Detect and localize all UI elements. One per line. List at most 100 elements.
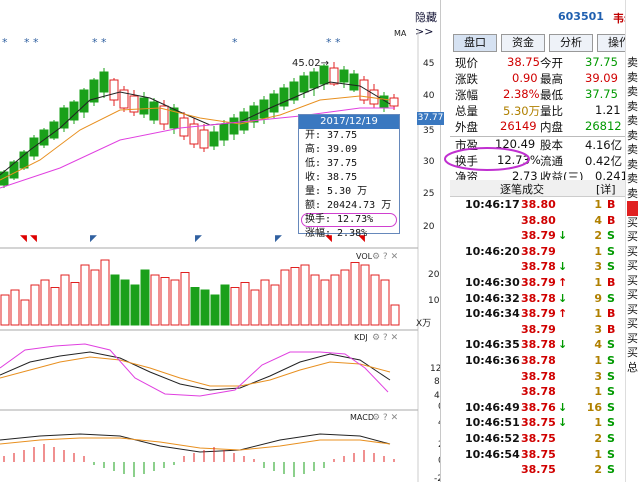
- price-axis-tick: 45: [423, 59, 434, 69]
- quote-label: 外盘: [455, 120, 478, 134]
- volume-bar: [120, 279, 130, 326]
- trade-volume: 2: [594, 463, 602, 477]
- trade-row: 38.79 ↓ 2 S: [455, 229, 620, 246]
- trade-volume: 2: [594, 432, 602, 445]
- volume-bar: [80, 264, 90, 326]
- volume-bar: [20, 299, 30, 326]
- trade-price: 38.79: [521, 307, 556, 321]
- trade-side: B: [607, 322, 616, 336]
- order-book-labels: 卖卖卖卖卖卖卖卖卖卖 买买买买买买买买买买总: [627, 56, 638, 375]
- trade-side: B: [607, 276, 616, 289]
- volume-bar: [90, 269, 100, 326]
- volume-bar: [370, 274, 380, 326]
- price-axis-tick: 25: [423, 189, 434, 199]
- macd-axis-tick: -2: [434, 474, 440, 482]
- volume-bar: [280, 269, 290, 326]
- trade-price: 38.75: [521, 447, 556, 461]
- quote-value: 4.16亿: [585, 138, 623, 152]
- trade-price: 38.79: [521, 244, 556, 258]
- kdj-j-line: [0, 343, 389, 397]
- trade-row: 10:46:17 38.80 1 B: [455, 198, 620, 215]
- trade-detail-link[interactable]: [详]: [596, 181, 616, 197]
- candle-body: [149, 101, 159, 121]
- candle-body: [309, 71, 319, 89]
- quote-value: 39.09: [585, 71, 618, 85]
- trade-time: 10:46:34: [465, 307, 520, 321]
- trade-price: 38.75: [521, 432, 556, 445]
- kdj-label: KDJ: [354, 333, 368, 342]
- volume-bar: [300, 264, 310, 326]
- volume-bar: [170, 279, 180, 326]
- trade-price: 38.78: [521, 338, 556, 352]
- tooltip-low: 低: 37.75: [305, 158, 358, 169]
- trade-arrow: ↓: [558, 400, 568, 414]
- candle-body: [9, 161, 19, 179]
- trade-side: S: [607, 385, 615, 399]
- tab-fenxi[interactable]: 分析: [549, 34, 593, 52]
- pane-tools[interactable]: ⚙ ? ✕: [372, 333, 398, 343]
- kline-svg: * * * * * * * * MA 45 40 35 30 25 20 45.…: [0, 29, 440, 482]
- kdj-d-line: [0, 356, 391, 387]
- ask-level-label: 卖: [627, 143, 638, 156]
- tab-zijin[interactable]: 资金: [501, 34, 545, 52]
- trade-volume: 1: [594, 276, 602, 289]
- chart-area[interactable]: 隐藏>> * * * * * * * * MA 45 40 35 30 25 2…: [0, 0, 444, 482]
- trade-volume: 1: [594, 447, 602, 461]
- bid-level-label: 买: [627, 273, 638, 287]
- tooltip-amount: 额: 20424.73 万: [305, 200, 392, 211]
- candle-body: [109, 79, 119, 101]
- sell-marker: ◤: [195, 234, 202, 244]
- trade-price: 38.79: [521, 229, 556, 243]
- trade-volume: 1: [594, 416, 602, 430]
- volume-bar: [350, 262, 360, 326]
- quote-label: 总量: [455, 104, 478, 118]
- kdj-axis-tick: 0: [438, 402, 440, 412]
- trade-time: 10:46:36: [465, 354, 520, 367]
- sell-marker: ◤: [275, 234, 282, 244]
- volume-bar: [50, 287, 60, 326]
- pane-tools[interactable]: ⚙ ? ✕: [372, 413, 398, 423]
- volume-bar: [240, 282, 250, 326]
- kdj-axis-tick: 120: [430, 364, 440, 374]
- trade-volume: 3: [594, 369, 602, 383]
- candle-body: [209, 131, 219, 147]
- candle-body: [229, 117, 239, 135]
- bid-level-label: 买: [627, 244, 638, 258]
- trade-arrow: ↓: [558, 416, 568, 430]
- volume-bar: [210, 294, 220, 326]
- volume-bar: [70, 282, 80, 326]
- trade-row: 38.79 3 B: [455, 323, 620, 340]
- trade-row: 38.75 2 S: [455, 463, 620, 480]
- trade-side: S: [607, 354, 615, 367]
- volume-bar: [130, 284, 140, 326]
- volume-bar: [340, 269, 350, 326]
- trade-time: 10:46:52: [465, 432, 520, 445]
- high-price-marker: 45.02→: [292, 58, 329, 69]
- quote-value: 5.30万: [503, 104, 541, 118]
- tooltip-turnover: 换手: 12.73%: [301, 213, 397, 227]
- trade-side: S: [607, 244, 615, 258]
- quote-value: 37.75: [585, 87, 618, 101]
- quote-label: 流通: [540, 154, 563, 168]
- candle-body: [329, 67, 339, 85]
- trade-side: S: [607, 400, 615, 414]
- trade-arrow: ↓: [558, 260, 568, 274]
- trade-price: 38.78: [521, 369, 556, 383]
- trade-time: 10:46:17: [465, 198, 520, 211]
- bid-level-label: 买: [627, 317, 638, 330]
- bid-level-label: 买: [627, 259, 638, 272]
- trade-price: 38.76: [521, 400, 556, 414]
- price-axis-tick: 30: [423, 157, 435, 167]
- trade-row: 10:46:34 38.79 ↑ 1 B: [455, 307, 620, 324]
- trade-row: 38.78 ↓ 3 S: [455, 260, 620, 277]
- candle-body: [389, 97, 399, 107]
- pane-tools[interactable]: ⚙ ? ✕: [372, 252, 398, 262]
- volume-bar: [100, 259, 110, 326]
- kdj-k-line: [0, 351, 391, 391]
- trade-arrow: ↑: [558, 307, 568, 321]
- buy-marker: ◥: [30, 234, 37, 244]
- volume-bar: [270, 284, 280, 326]
- trade-row: 10:46:32 38.78 ↓ 9 S: [455, 292, 620, 309]
- tab-pankou[interactable]: 盘口: [453, 34, 497, 52]
- trade-row: 10:46:35 38.78 ↓ 4 S: [455, 338, 620, 355]
